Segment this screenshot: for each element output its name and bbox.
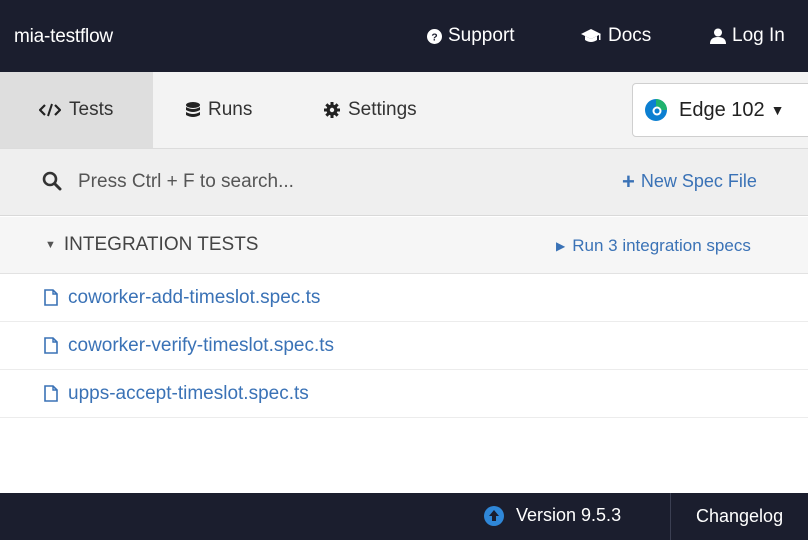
docs-link[interactable]: Docs (580, 25, 651, 47)
integration-section-header: ▼ INTEGRATION TESTS ▶ Run 3 integration … (0, 217, 808, 274)
tab-runs[interactable]: Runs (186, 72, 252, 148)
file-icon (44, 289, 58, 306)
integration-tests-toggle[interactable]: ▼ INTEGRATION TESTS (45, 234, 258, 256)
tab-settings[interactable]: Settings (324, 72, 417, 148)
file-icon (44, 385, 58, 402)
code-icon (39, 103, 61, 117)
version-link[interactable]: Version 9.5.3 (484, 505, 621, 526)
edge-icon (645, 99, 667, 121)
database-icon (186, 102, 200, 118)
search-icon (42, 171, 62, 196)
tab-runs-label: Runs (208, 99, 253, 120)
app: mia-testflow ? Support Docs Log In Tests… (0, 0, 808, 540)
run-all-label: Run 3 integration specs (572, 236, 751, 255)
browser-selector[interactable]: Edge 102 ▼ (632, 83, 808, 137)
changelog-link[interactable]: Changelog (696, 506, 783, 527)
tab-tests[interactable]: Tests (0, 72, 153, 148)
support-label: Support (448, 25, 515, 46)
run-all-specs-button[interactable]: ▶ Run 3 integration specs (556, 236, 751, 256)
spec-file-name: coworker-add-timeslot.spec.ts (68, 286, 321, 308)
play-icon: ▶ (556, 239, 566, 253)
tab-bar: Tests Runs Settings Edge 102 ▼ (0, 72, 808, 149)
top-header: mia-testflow ? Support Docs Log In (0, 0, 808, 72)
browser-label: Edge 102 (679, 98, 765, 121)
user-icon (710, 28, 726, 44)
question-circle-icon: ? (427, 28, 442, 44)
docs-label: Docs (608, 25, 652, 46)
support-link[interactable]: ? Support (427, 25, 515, 47)
svg-text:?: ? (431, 32, 437, 43)
login-link[interactable]: Log In (710, 25, 785, 47)
plus-icon: + (622, 168, 635, 194)
login-label: Log In (732, 25, 785, 46)
tab-tests-label: Tests (69, 99, 114, 120)
file-icon (44, 337, 58, 354)
caret-down-icon: ▼ (45, 239, 56, 251)
spec-file-name: coworker-verify-timeslot.spec.ts (68, 334, 335, 356)
version-label: Version 9.5.3 (516, 505, 622, 525)
footer-divider (670, 493, 671, 540)
search-input[interactable] (78, 167, 498, 197)
spec-file-row[interactable]: coworker-verify-timeslot.spec.ts (0, 322, 808, 370)
gear-icon (324, 102, 340, 118)
footer: Version 9.5.3 Changelog (0, 493, 808, 540)
caret-down-icon: ▼ (770, 102, 785, 118)
spec-file-name: upps-accept-timeslot.spec.ts (68, 382, 309, 404)
search-bar: + New Spec File (0, 149, 808, 216)
section-title: INTEGRATION TESTS (63, 234, 259, 255)
tab-settings-label: Settings (348, 99, 417, 120)
update-arrow-icon (484, 505, 504, 526)
spec-file-row[interactable]: coworker-add-timeslot.spec.ts (0, 274, 808, 322)
new-spec-file-label: New Spec File (640, 171, 757, 191)
new-spec-file-button[interactable]: + New Spec File (622, 168, 757, 194)
spec-file-row[interactable]: upps-accept-timeslot.spec.ts (0, 370, 808, 418)
spec-list: coworker-add-timeslot.spec.ts coworker-v… (0, 274, 808, 418)
graduation-cap-icon (580, 28, 602, 44)
project-name: mia-testflow (14, 26, 113, 47)
